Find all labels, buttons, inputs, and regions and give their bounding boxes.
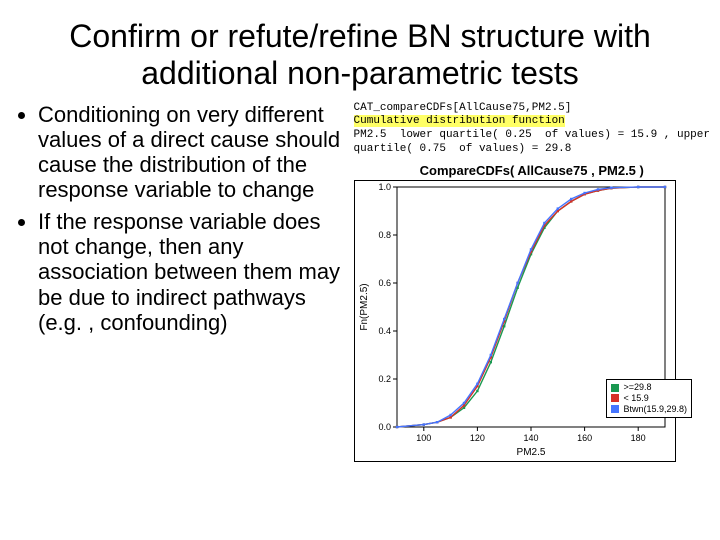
svg-text:100: 100 [416, 433, 431, 443]
legend-label: < 15.9 [623, 393, 648, 404]
svg-text:1.0: 1.0 [378, 182, 391, 192]
legend-item: >=29.8 [611, 382, 687, 393]
svg-text:0.8: 0.8 [378, 230, 391, 240]
code-line: PM2.5 lower quartile( 0.25 of values) = … [354, 129, 710, 141]
legend-swatch [611, 405, 619, 413]
code-header: CAT_compareCDFs[AllCause75,PM2.5] Cumula… [354, 102, 710, 157]
svg-text:0.0: 0.0 [378, 422, 391, 432]
plot-title: CompareCDFs( AllCause75 , PM2.5 ) [354, 163, 710, 178]
bullet-item: Conditioning on very different values of… [38, 102, 354, 203]
bullet-list: Conditioning on very different values of… [20, 102, 354, 462]
slide: Confirm or refute/refine BN structure wi… [0, 0, 720, 540]
legend-item: Btwn(15.9,29.8) [611, 404, 687, 415]
legend-label: >=29.8 [623, 382, 651, 393]
svg-text:0.6: 0.6 [378, 278, 391, 288]
slide-body: Conditioning on very different values of… [0, 102, 720, 462]
svg-text:Fn(PM2.5): Fn(PM2.5) [359, 283, 370, 330]
bullet-item: If the response variable does not change… [38, 209, 354, 335]
cdf-plot: 100 120 140 160 180 0.0 0.2 0.4 0.6 0.8 1.0 PM2.5 Fn… [354, 180, 676, 462]
legend-swatch [611, 394, 619, 402]
legend-label: Btwn(15.9,29.8) [623, 404, 687, 415]
code-line-highlight: Cumulative distribution function [354, 115, 565, 127]
svg-text:180: 180 [630, 433, 645, 443]
page-title: Confirm or refute/refine BN structure wi… [0, 0, 720, 102]
svg-text:160: 160 [577, 433, 592, 443]
code-line: CAT_compareCDFs[AllCause75,PM2.5] [354, 102, 572, 114]
chart-panel: CAT_compareCDFs[AllCause75,PM2.5] Cumula… [354, 102, 710, 462]
legend-swatch [611, 384, 619, 392]
svg-text:0.2: 0.2 [378, 374, 391, 384]
svg-text:0.4: 0.4 [378, 326, 391, 336]
legend: >=29.8 < 15.9 Btwn(15.9,29.8) [606, 379, 692, 417]
svg-text:PM2.5: PM2.5 [516, 447, 545, 458]
svg-text:120: 120 [469, 433, 484, 443]
code-line: quartile( 0.75 of values) = 29.8 [354, 143, 572, 155]
legend-item: < 15.9 [611, 393, 687, 404]
svg-text:140: 140 [523, 433, 538, 443]
